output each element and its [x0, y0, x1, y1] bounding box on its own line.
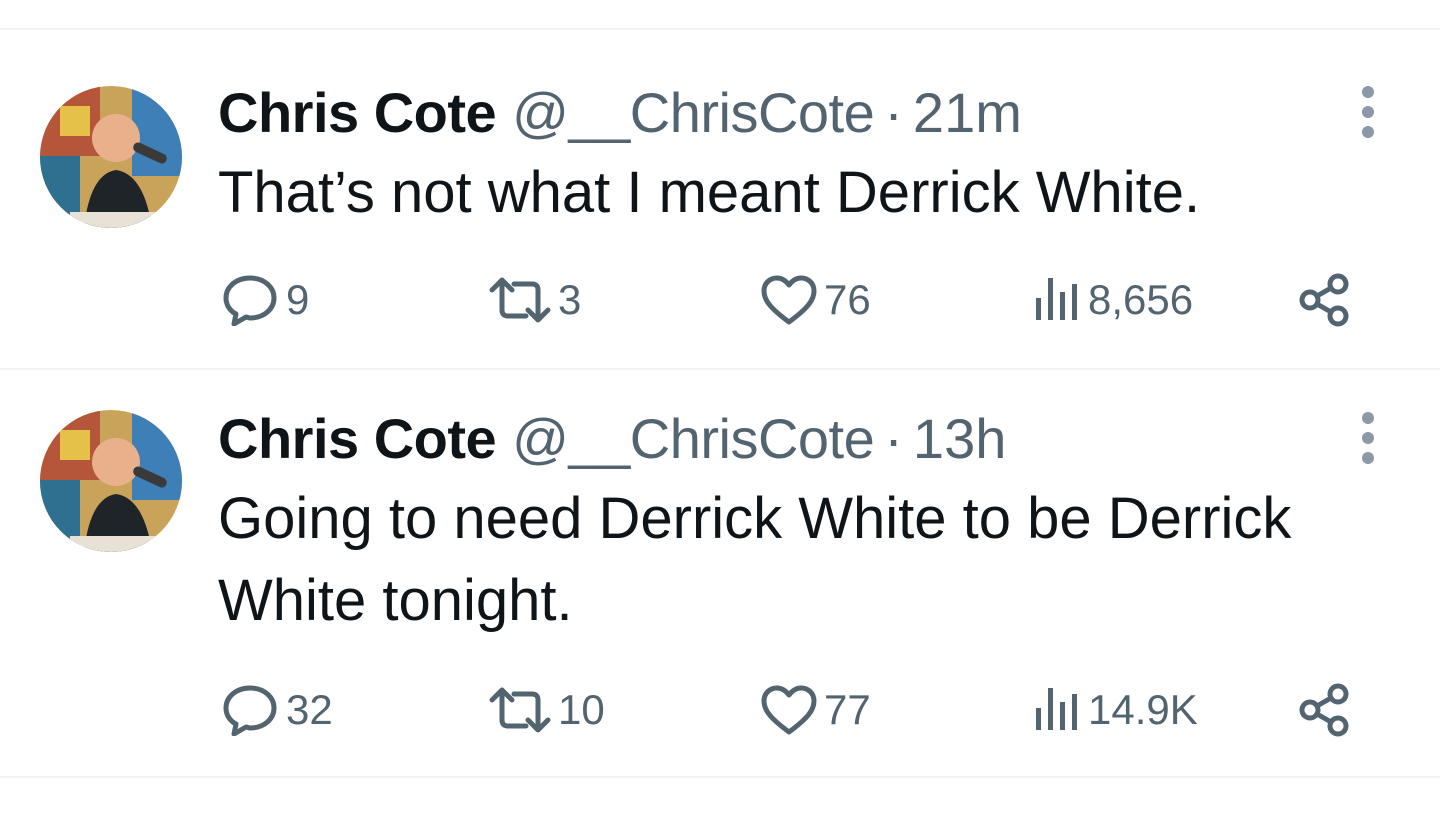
views-button[interactable]: 14.9K — [1032, 680, 1198, 740]
bottom-divider — [0, 776, 1440, 778]
tweet-actions: 32 10 77 14.9K — [0, 680, 1440, 740]
heart-icon — [761, 685, 817, 735]
reply-icon — [223, 685, 277, 736]
view-count: 14.9K — [1088, 686, 1198, 733]
like-button[interactable]: 77 — [760, 680, 871, 740]
views-icon — [1036, 688, 1077, 730]
author-name[interactable]: Chris Cote — [218, 406, 497, 472]
share-icon — [1299, 683, 1349, 737]
retweet-button[interactable]: 10 — [488, 680, 605, 740]
reply-button[interactable]: 32 — [222, 680, 333, 740]
tweet-text: Going to need Derrick White to be Derric… — [218, 486, 1292, 633]
retweet-count: 10 — [558, 686, 605, 733]
share-button[interactable] — [1296, 680, 1352, 740]
more-options-icon[interactable] — [1348, 410, 1388, 466]
author-handle[interactable]: @__ChrisCote — [512, 406, 875, 472]
retweet-icon — [489, 687, 551, 733]
separator-dot: · — [884, 407, 903, 470]
avatar[interactable] — [40, 410, 182, 552]
tweet[interactable]: Chris Cote @__ChrisCote · 13h Going to n… — [0, 0, 1440, 778]
tweet-timestamp[interactable]: 13h — [913, 406, 1006, 472]
like-count: 77 — [824, 686, 871, 733]
reply-count: 32 — [286, 686, 333, 733]
